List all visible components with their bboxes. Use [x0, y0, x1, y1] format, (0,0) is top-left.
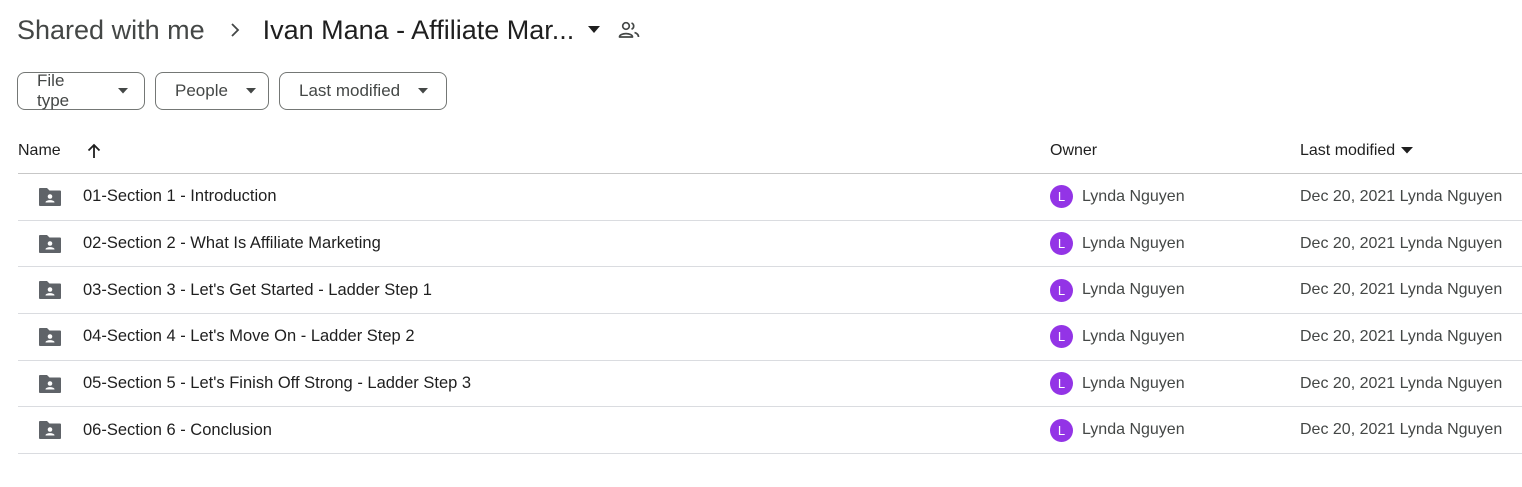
people-filter-label: People — [175, 81, 228, 100]
shared-folder-icon — [38, 327, 62, 347]
owner-cell: L Lynda Nguyen — [1050, 325, 1185, 349]
file-type-filter-label: File type — [37, 71, 70, 110]
table-row[interactable]: 05-Section 5 - Let's Finish Off Strong -… — [18, 361, 1522, 408]
shared-folder-icon — [38, 420, 62, 440]
table-row[interactable]: 06-Section 6 - Conclusion L Lynda Nguyen De… — [18, 407, 1522, 455]
breadcrumb: Shared with me Ivan Mana - Affiliate Mar… — [17, 10, 640, 50]
file-name[interactable]: 06-Section 6 - Conclusion — [83, 421, 272, 440]
owner-cell: L Lynda Nguyen — [1050, 278, 1185, 302]
avatar: L — [1050, 325, 1073, 349]
file-name[interactable]: 01-Section 1 - Introduction — [83, 187, 277, 206]
owner-name: Lynda Nguyen — [1082, 374, 1185, 392]
file-name[interactable]: 03-Section 3 - Let's Get Started - Ladde… — [83, 281, 432, 300]
owner-cell: L Lynda Nguyen — [1050, 185, 1185, 209]
owner-name: Lynda Nguyen — [1082, 234, 1185, 252]
caret-down-icon — [245, 88, 256, 94]
shared-folder-icon — [38, 187, 62, 207]
table-body: 01-Section 1 - Introduction L Lynda Nguyen… — [18, 174, 1522, 455]
avatar: L — [1050, 185, 1073, 209]
last-modified-cell: Dec 20, 2021 Lynda Nguyen — [1300, 234, 1503, 252]
file-type-filter[interactable]: File type — [17, 71, 145, 110]
filter-bar: File type People Last modified — [17, 71, 447, 110]
table-row[interactable]: 02-Section 2 - What Is Affiliate Marketi… — [18, 221, 1522, 268]
last-modified-cell: Dec 20, 2021 Lynda Nguyen — [1300, 281, 1503, 299]
breadcrumb-current-folder[interactable]: Ivan Mana - Affiliate Mar... — [263, 15, 575, 46]
table-row[interactable]: 01-Section 1 - Introduction L Lynda Nguyen… — [18, 174, 1522, 221]
last-modified-cell: Dec 20, 2021 Lynda Nguyen — [1300, 327, 1503, 345]
caret-down-icon — [1401, 147, 1414, 154]
name-column-label: Name — [18, 141, 61, 159]
avatar: L — [1050, 372, 1073, 396]
last-modified-cell: Dec 20, 2021 Lynda Nguyen — [1300, 187, 1503, 205]
shared-folder-icon — [38, 374, 62, 394]
file-name[interactable]: 05-Section 5 - Let's Finish Off Strong -… — [83, 374, 471, 393]
last-modified-filter[interactable]: Last modified — [279, 72, 447, 110]
last-modified-column-label: Last modified — [1300, 141, 1396, 159]
last-modified-filter-label: Last modified — [299, 81, 401, 100]
caret-down-icon[interactable] — [588, 26, 601, 34]
table-row[interactable]: 03-Section 3 - Let's Get Started - Ladde… — [18, 267, 1522, 315]
arrow-up-icon[interactable] — [87, 143, 101, 159]
owner-cell: L Lynda Nguyen — [1050, 372, 1185, 396]
owner-name: Lynda Nguyen — [1082, 421, 1185, 439]
file-name[interactable]: 02-Section 2 - What Is Affiliate Marketi… — [83, 234, 381, 253]
owner-name: Lynda Nguyen — [1082, 281, 1185, 299]
shared-folder-icon — [38, 234, 62, 254]
avatar: L — [1050, 418, 1073, 442]
name-column-header[interactable]: Name — [18, 142, 101, 160]
table-row[interactable]: 04-Section 4 - Let's Move On - Ladder St… — [18, 314, 1522, 361]
people-filter[interactable]: People — [155, 72, 269, 110]
file-name[interactable]: 04-Section 4 - Let's Move On - Ladder St… — [83, 327, 415, 346]
owner-name: Lynda Nguyen — [1082, 187, 1185, 205]
file-list: Name Owner Last modified 01-Section 1 - … — [18, 128, 1522, 455]
caret-down-icon — [118, 88, 128, 94]
owner-cell: L Lynda Nguyen — [1050, 232, 1185, 256]
people-icon[interactable] — [618, 21, 640, 39]
shared-folder-icon — [38, 280, 62, 300]
last-modified-cell: Dec 20, 2021 Lynda Nguyen — [1300, 374, 1503, 392]
avatar: L — [1050, 278, 1073, 302]
breadcrumb-shared-with-me[interactable]: Shared with me — [17, 15, 205, 46]
owner-name: Lynda Nguyen — [1082, 327, 1185, 345]
last-modified-column-header[interactable]: Last modified — [1300, 141, 1414, 160]
chevron-right-icon — [229, 22, 241, 38]
avatar: L — [1050, 232, 1073, 256]
caret-down-icon — [418, 88, 429, 94]
last-modified-cell: Dec 20, 2021 Lynda Nguyen — [1300, 421, 1503, 439]
owner-column-header[interactable]: Owner — [1050, 142, 1097, 160]
owner-cell: L Lynda Nguyen — [1050, 418, 1185, 442]
table-header: Name Owner Last modified — [18, 128, 1522, 174]
